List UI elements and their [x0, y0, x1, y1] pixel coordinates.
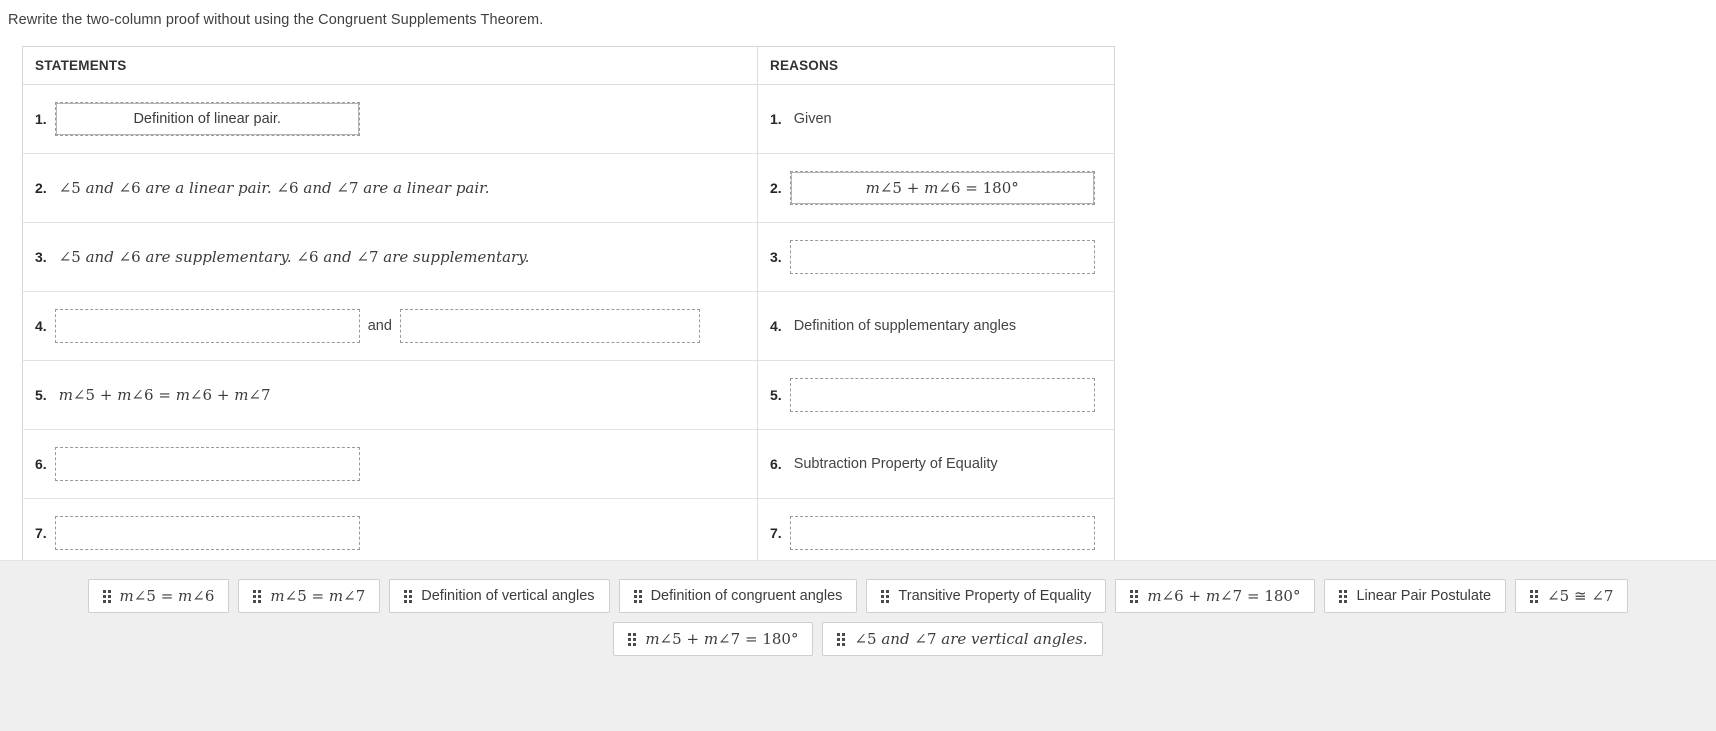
stmt-dropzone[interactable]: Definition of linear pair. [54, 102, 360, 137]
row-number: 4. [770, 318, 782, 335]
tray-row-2: m∠5 + m∠7 = 180° ∠5 and ∠7 are vertical a… [0, 622, 1716, 656]
reason-text: Subtraction Property of Equality [793, 456, 998, 473]
reason-cell-6: 6. Subtraction Property of Equality [757, 429, 1115, 499]
row-number: 1. [35, 111, 47, 128]
row-number: 3. [35, 249, 47, 266]
statement-cell-7: 7. [22, 498, 758, 568]
answer-chip-label: ∠5 ≅ ∠7 [1547, 587, 1614, 605]
statement-cell-5: 5. m∠5 + m∠6 = m∠6 + m∠7 [22, 360, 758, 430]
answer-chip-label: m∠5 = m∠6 [119, 587, 215, 605]
answer-chip[interactable]: Linear Pair Postulate [1324, 579, 1507, 613]
answer-chip-label: Linear Pair Postulate [1356, 588, 1492, 604]
column-header-reasons: REASONS [757, 46, 1115, 86]
row-number: 6. [35, 456, 47, 473]
reason-cell-7: 7. [757, 498, 1115, 568]
table-row: 7. 7. [22, 498, 1115, 568]
statement-cell-3: 3. ∠5 and ∠6 are supplementary. ∠6 and ∠7… [22, 222, 758, 292]
stmt-text: ∠5 and ∠6 are supplementary. ∠6 and ∠7 a… [58, 248, 530, 267]
reason-cell-4: 4. Definition of supplementary angles [757, 291, 1115, 361]
row-number: 7. [770, 525, 782, 542]
proof-table-container: STATEMENTS REASONS 1. Definition of linea… [22, 46, 1115, 569]
statement-cell-6: 6. [22, 429, 758, 499]
tray-row-1: m∠5 = m∠6 m∠5 = m∠7 Definition of vertical… [0, 579, 1716, 613]
reason-cell-5: 5. [757, 360, 1115, 430]
page-title: Rewrite the two-column proof without usi… [8, 12, 544, 28]
column-header-statements: STATEMENTS [22, 46, 758, 86]
row-number: 7. [35, 525, 47, 542]
row-number: 5. [35, 387, 47, 404]
answer-chip-label: m∠5 + m∠7 = 180° [645, 630, 799, 648]
stmt-text: m∠5 + m∠6 = m∠6 + m∠7 [58, 386, 271, 405]
statement-cell-1: 1. Definition of linear pair. [22, 84, 758, 154]
stmt-dropzone-a[interactable] [54, 309, 360, 344]
row-number: 5. [770, 387, 782, 404]
joiner-label: and [367, 318, 392, 335]
dropped-chip[interactable]: m∠5 + m∠6 = 180° [790, 172, 1094, 205]
stmt-dropzone[interactable] [54, 447, 360, 482]
table-row: 6. 6. Subtraction Property of Equality [22, 429, 1115, 499]
table-row: 4. and 4. Definition of supplementary angle… [22, 291, 1115, 361]
answer-chip[interactable]: Transitive Property of Equality [866, 579, 1107, 613]
answer-chip-label: m∠5 = m∠7 [270, 587, 366, 605]
answer-chip[interactable]: m∠5 = m∠6 [87, 579, 230, 613]
reason-dropzone[interactable]: m∠5 + m∠6 = 180° [789, 171, 1095, 206]
row-number: 2. [770, 180, 782, 197]
answer-chip-label: ∠5 and ∠7 are vertical angles. [854, 630, 1088, 648]
table-row: 5. m∠5 + m∠6 = m∠6 + m∠7 5. [22, 360, 1115, 430]
proof-builder-page: Rewrite the two-column proof without usi… [0, 0, 1716, 731]
row-number: 6. [770, 456, 782, 473]
answer-chip[interactable]: Definition of vertical angles [389, 579, 610, 613]
table-row: 2. ∠5 and ∠6 are a linear pair. ∠6 and ∠7… [22, 153, 1115, 223]
answer-chip-label: m∠6 + m∠7 = 180° [1147, 587, 1301, 605]
answer-chip[interactable]: Definition of congruent angles [618, 579, 858, 613]
reason-cell-2: 2. m∠5 + m∠6 = 180° [757, 153, 1115, 223]
answer-chip[interactable]: ∠5 ≅ ∠7 [1515, 579, 1629, 613]
drag-handle-icon [633, 589, 642, 603]
answer-chip-label: Definition of congruent angles [650, 588, 843, 604]
drag-handle-icon [253, 589, 262, 603]
row-number: 4. [35, 318, 47, 335]
answer-chip[interactable]: m∠5 + m∠7 = 180° [613, 622, 814, 656]
reason-text: Given [793, 111, 832, 128]
answer-chip[interactable]: m∠5 = m∠7 [238, 579, 381, 613]
drag-handle-icon [1339, 589, 1348, 603]
answer-chip-tray: m∠5 = m∠6 m∠5 = m∠7 Definition of vertical… [0, 560, 1716, 731]
drag-handle-icon [1130, 589, 1139, 603]
stmt-text: ∠5 and ∠6 are a linear pair. ∠6 and ∠7 a… [58, 179, 490, 198]
tray-rows: m∠5 = m∠6 m∠5 = m∠7 Definition of vertical… [0, 579, 1716, 656]
reason-dropzone[interactable] [789, 516, 1095, 551]
reason-cell-3: 3. [757, 222, 1115, 292]
table-row: 1. Definition of linear pair. 1. Given [22, 84, 1115, 154]
two-column-proof-table: STATEMENTS REASONS 1. Definition of linea… [22, 46, 1115, 569]
answer-chip[interactable]: ∠5 and ∠7 are vertical angles. [822, 622, 1103, 656]
reason-text: Definition of supplementary angles [793, 318, 1017, 335]
drag-handle-icon [404, 589, 413, 603]
dropped-chip[interactable]: Definition of linear pair. [55, 103, 359, 136]
answer-chip-label: Definition of vertical angles [421, 588, 595, 604]
answer-chip[interactable]: m∠6 + m∠7 = 180° [1115, 579, 1316, 613]
drag-handle-icon [1530, 589, 1539, 603]
table-header-row: STATEMENTS REASONS [22, 46, 1115, 86]
table-row: 3. ∠5 and ∠6 are supplementary. ∠6 and ∠7… [22, 222, 1115, 292]
statement-cell-4: 4. and [22, 291, 758, 361]
reason-dropzone[interactable] [789, 240, 1095, 275]
statement-cell-2: 2. ∠5 and ∠6 are a linear pair. ∠6 and ∠7… [22, 153, 758, 223]
stmt-dropzone-b[interactable] [399, 309, 700, 344]
answer-chip-label: Transitive Property of Equality [898, 588, 1092, 604]
reason-dropzone[interactable] [789, 378, 1095, 413]
row-number: 2. [35, 180, 47, 197]
drag-handle-icon [102, 589, 111, 603]
drag-handle-icon [881, 589, 890, 603]
proof-table-body: 1. Definition of linear pair. 1. Given 2. ∠5 … [22, 84, 1115, 568]
row-number: 1. [770, 111, 782, 128]
drag-handle-icon [837, 632, 846, 646]
stmt-dropzone[interactable] [54, 516, 360, 551]
reason-cell-1: 1. Given [757, 84, 1115, 154]
row-number: 3. [770, 249, 782, 266]
drag-handle-icon [628, 632, 637, 646]
